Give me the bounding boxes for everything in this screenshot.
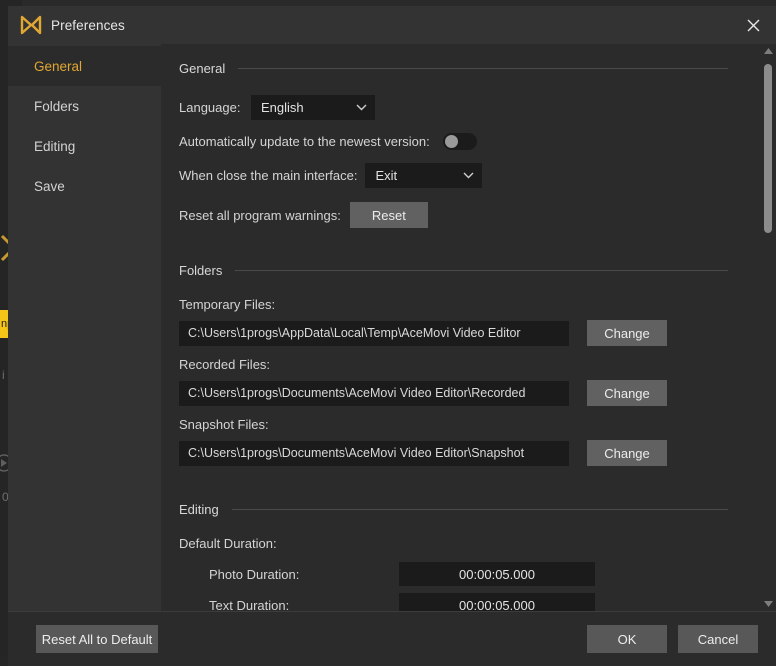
button-label: Change	[604, 445, 650, 461]
section-divider	[238, 67, 728, 69]
close-behavior-value: Exit	[375, 168, 398, 183]
default-duration-label: Default Duration:	[179, 536, 277, 551]
cancel-button[interactable]: Cancel	[678, 625, 758, 653]
photo-duration-input[interactable]: 00:00:05.000	[399, 562, 595, 586]
section-header-folders: Folders	[179, 258, 728, 282]
sidebar-item-label: Save	[34, 178, 65, 194]
dialog-footer: Reset All to Default OK Cancel	[8, 611, 776, 666]
section-divider	[235, 269, 728, 271]
text-duration-label: Text Duration:	[209, 597, 290, 612]
reset-all-to-default-button[interactable]: Reset All to Default	[36, 625, 158, 653]
sidebar-item-label: Folders	[34, 98, 80, 114]
settings-content-area: General Language: English Automatically …	[161, 44, 776, 611]
settings-content: General Language: English Automatically …	[161, 44, 760, 611]
temporary-files-input[interactable]: C:\Users\1progs\AppData\Local\Temp\AceMo…	[179, 320, 569, 346]
snapshot-files-label: Snapshot Files:	[179, 417, 269, 432]
snapshot-files-change-button[interactable]: Change	[587, 440, 667, 466]
close-behavior-label: When close the main interface:	[179, 168, 358, 183]
sidebar-item-label: General	[34, 58, 83, 74]
background-glyph-i: i	[2, 368, 5, 382]
language-label: Language:	[179, 100, 241, 115]
scrollbar-track[interactable]	[760, 58, 776, 597]
reset-warnings-button[interactable]: Reset	[349, 202, 428, 228]
preferences-dialog: Preferences General Folders Editing Save	[8, 6, 776, 666]
temporary-files-label: Temporary Files:	[179, 297, 276, 312]
snapshot-files-input[interactable]: C:\Users\1progs\Documents\AceMovi Video …	[179, 440, 569, 466]
settings-sidebar: General Folders Editing Save	[8, 44, 161, 611]
section-title: Folders	[179, 262, 223, 278]
button-label: Change	[604, 325, 650, 341]
dialog-titlebar: Preferences	[8, 6, 776, 44]
scrollbar-down-arrow-icon[interactable]	[760, 597, 776, 611]
button-label: OK	[617, 631, 637, 647]
section-divider	[231, 508, 728, 510]
sidebar-item-label: Editing	[34, 138, 76, 154]
recorded-files-label: Recorded Files:	[179, 357, 271, 372]
auto-update-label: Automatically update to the newest versi…	[179, 134, 430, 149]
photo-duration-label: Photo Duration:	[209, 566, 300, 582]
scrollbar-thumb[interactable]	[764, 64, 772, 233]
dialog-title: Preferences	[51, 17, 125, 33]
close-behavior-select[interactable]: Exit	[365, 163, 483, 188]
button-label: Reset All to Default	[41, 631, 153, 647]
section-title: Editing	[179, 501, 219, 517]
content-scrollbar[interactable]	[760, 44, 776, 611]
sidebar-item-general[interactable]: General	[8, 46, 161, 86]
sidebar-item-save[interactable]: Save	[8, 166, 161, 206]
acemovi-logo-icon	[20, 15, 42, 35]
sidebar-item-folders[interactable]: Folders	[8, 86, 161, 126]
language-select[interactable]: English	[251, 95, 375, 120]
section-title: General	[179, 60, 226, 76]
section-header-general: General	[179, 56, 728, 80]
temporary-files-change-button[interactable]: Change	[587, 320, 667, 346]
recorded-files-change-button[interactable]: Change	[587, 380, 667, 406]
dialog-body: General Folders Editing Save General Lan…	[8, 44, 776, 611]
reset-warnings-label: Reset all program warnings:	[179, 207, 341, 223]
scrollbar-up-arrow-icon[interactable]	[760, 44, 776, 58]
toggle-knob	[444, 135, 458, 148]
button-label: Change	[604, 385, 650, 401]
ok-button[interactable]: OK	[587, 625, 667, 653]
chevron-down-icon	[356, 104, 367, 111]
button-label: Cancel	[697, 631, 739, 647]
text-duration-input[interactable]: 00:00:05.000	[399, 593, 595, 611]
section-header-editing: Editing	[179, 497, 728, 521]
chevron-down-icon	[463, 172, 474, 179]
auto-update-toggle[interactable]	[442, 133, 477, 150]
sidebar-item-editing[interactable]: Editing	[8, 126, 161, 166]
language-value: English	[261, 100, 304, 115]
close-icon[interactable]	[730, 6, 776, 44]
recorded-files-input[interactable]: C:\Users\1progs\Documents\AceMovi Video …	[179, 380, 569, 406]
button-label: Reset	[371, 207, 406, 223]
